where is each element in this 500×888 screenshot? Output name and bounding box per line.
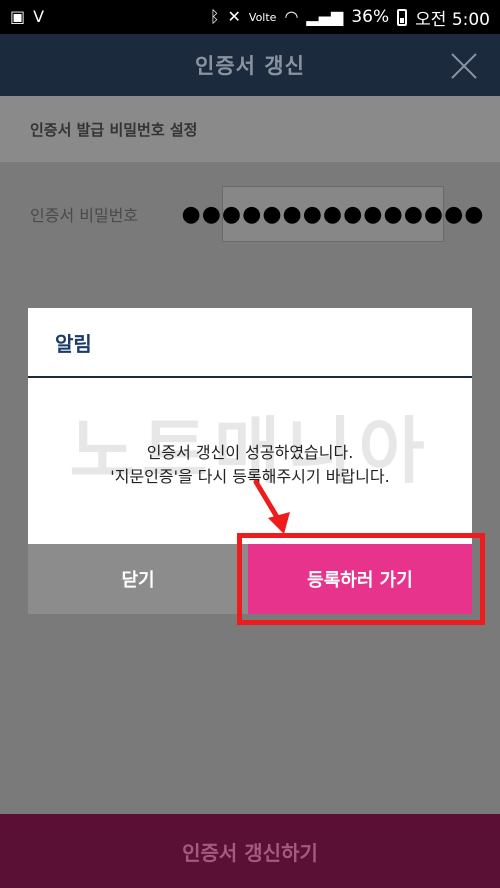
- page-title: 인증서 갱신: [195, 54, 305, 78]
- password-input[interactable]: ●●●●●●●●●●●●●●●: [182, 186, 483, 242]
- password-row: 인증서 비밀번호 ●●●●●●●●●●●●●●●: [30, 186, 483, 242]
- v-notification-icon: V: [33, 7, 45, 26]
- app-header: 인증서 갱신: [0, 34, 500, 96]
- status-bar: ▣ V ᛒ ✕ Volte ◠ ▂▄▆ 36% 오전 5:00: [0, 0, 500, 34]
- battery-icon: [397, 8, 408, 26]
- gallery-icon: ▣: [10, 7, 26, 26]
- dialog-message-line1: 인증서 갱신이 성공하였습니다.: [146, 443, 354, 462]
- dialog-header: 알림: [28, 308, 472, 378]
- volte-icon: Volte: [248, 10, 277, 24]
- annotation-highlight-box: [237, 533, 485, 625]
- battery-percent: 36%: [351, 7, 390, 27]
- wifi-icon: ◠: [284, 7, 299, 26]
- clock: 오전 5:00: [415, 9, 490, 30]
- close-icon[interactable]: [450, 52, 478, 80]
- status-left: ▣ V: [10, 9, 44, 25]
- dialog-title: 알림: [55, 331, 92, 356]
- status-right: ᛒ ✕ Volte ◠ ▂▄▆ 36% 오전 5:00: [210, 5, 490, 30]
- renew-certificate-button[interactable]: 인증서 갱신하기: [0, 814, 500, 888]
- signal-icon: ▂▄▆: [306, 7, 344, 26]
- password-label: 인증서 비밀번호: [30, 206, 139, 225]
- section-title: 인증서 발급 비밀번호 설정: [0, 96, 500, 162]
- bluetooth-icon: ᛒ: [209, 7, 220, 26]
- annotation-arrow-icon: [253, 479, 290, 534]
- mute-icon: ✕: [227, 7, 241, 26]
- close-button[interactable]: 닫기: [28, 544, 248, 614]
